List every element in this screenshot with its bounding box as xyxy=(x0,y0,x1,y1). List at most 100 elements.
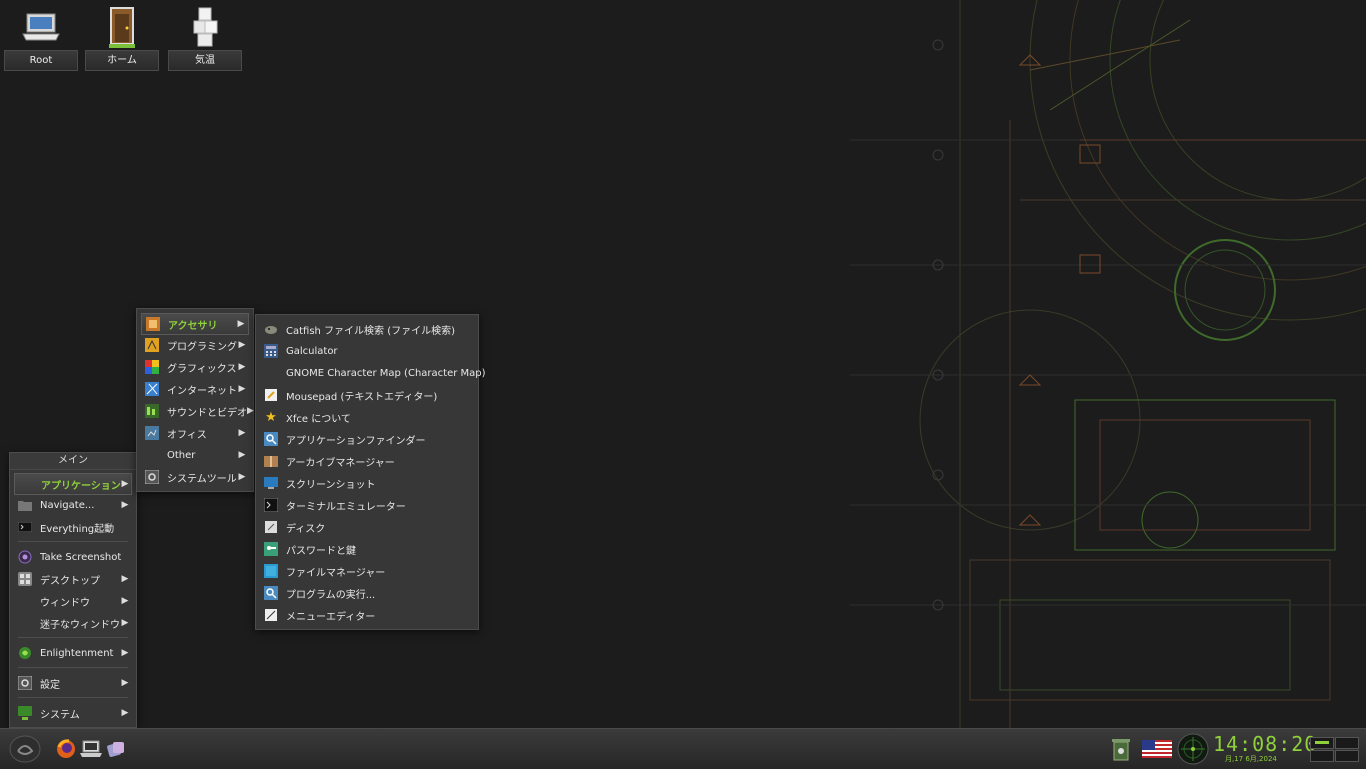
desktop-icon xyxy=(18,572,32,586)
menu-item-enlightenment[interactable]: Enlightenment ▶ xyxy=(14,643,132,663)
programming-icon xyxy=(145,338,159,352)
calculator-icon xyxy=(264,344,278,358)
taskbar: 14:08:20 月,17 6月,2024 xyxy=(0,728,1366,769)
menu-item-screenshot[interactable]: スクリーンショット xyxy=(260,473,474,493)
folder-icon xyxy=(18,498,32,512)
pager-desk-2[interactable] xyxy=(1335,737,1359,749)
chevron-right-icon: ▶ xyxy=(247,406,254,416)
chevron-right-icon: ▶ xyxy=(121,596,129,606)
firefox-icon xyxy=(57,739,75,758)
run-icon xyxy=(264,586,278,600)
menu-item-windows[interactable]: ウィンドウ ▶ xyxy=(14,591,132,611)
chevron-right-icon: ▶ xyxy=(121,479,129,489)
terminal-icon xyxy=(264,498,278,512)
system-icon xyxy=(18,706,32,720)
files-icon xyxy=(80,740,102,757)
system-tools-icon xyxy=(145,470,159,484)
menu-separator xyxy=(18,541,128,542)
desktop-icon-root[interactable]: Root xyxy=(4,0,78,71)
chevron-right-icon: ▶ xyxy=(238,384,246,394)
menu-item-app-finder[interactable]: アプリケーションファインダー xyxy=(260,429,474,449)
desktop-icon-home[interactable]: ホーム xyxy=(85,0,159,71)
chevron-right-icon: ▶ xyxy=(121,574,129,584)
accessories-icon xyxy=(146,317,160,331)
start-button[interactable] xyxy=(8,734,42,764)
menu-item-mousepad[interactable]: Mousepad (テキストエディター) xyxy=(260,385,474,405)
menu-item-desktop[interactable]: デスクトップ ▶ xyxy=(14,569,132,589)
accessories-menu: Catfish ファイル検索 (ファイル検索) Galculator GNOME… xyxy=(255,314,486,630)
menu-item-run-program[interactable]: プログラムの実行... xyxy=(260,583,474,603)
menu-item-programming[interactable]: プログラミング ▶ xyxy=(141,335,249,355)
menu-item-lost-windows[interactable]: 迷子なウィンドウ ▶ xyxy=(14,613,132,633)
terminal-icon xyxy=(18,520,32,534)
menu-item-multimedia[interactable]: サウンドとビデオ ▶ xyxy=(141,401,254,421)
menu-item-galculator[interactable]: Galculator xyxy=(260,341,474,361)
radar-icon xyxy=(1177,733,1209,765)
menu-item-accessories[interactable]: アクセサリ ▶ xyxy=(141,313,249,335)
files-launcher[interactable] xyxy=(77,735,105,763)
multimedia-icon xyxy=(145,404,159,418)
menu-item-system[interactable]: システム ▶ xyxy=(14,703,132,723)
menu-item-navigate[interactable]: Navigate... ▶ xyxy=(14,495,132,515)
settings-icon xyxy=(18,676,32,690)
office-icon xyxy=(145,426,159,440)
menu-item-catfish[interactable]: Catfish ファイル検索 (ファイル検索) xyxy=(260,319,474,339)
enlightenment-icon xyxy=(18,646,32,660)
desktop-icon-label: ホーム xyxy=(85,50,159,71)
pager-desk-4[interactable] xyxy=(1335,750,1359,762)
menu-item-terminal[interactable]: ターミナルエミュレーター xyxy=(260,495,474,515)
apps-icon xyxy=(107,742,124,757)
desktop-icon-label: Root xyxy=(4,50,78,71)
clock-date: 月,17 6月,2024 xyxy=(1225,755,1277,763)
menu-item-other[interactable]: Other ▶ xyxy=(141,445,249,465)
internet-icon xyxy=(145,382,159,396)
chevron-right-icon: ▶ xyxy=(121,618,129,628)
pager[interactable] xyxy=(1310,737,1359,762)
menu-item-character-map[interactable]: GNOME Character Map (Character Map) xyxy=(260,363,486,383)
disk-icon xyxy=(264,520,278,534)
desktop-icon-temperature[interactable]: 気温 xyxy=(168,0,242,71)
menu-separator xyxy=(18,637,128,638)
menu-item-settings[interactable]: 設定 ▶ xyxy=(14,673,132,693)
menu-item-graphics[interactable]: グラフィックス ▶ xyxy=(141,357,249,377)
computer-icon xyxy=(19,6,63,48)
menu-separator xyxy=(18,667,128,668)
firefox-launcher[interactable] xyxy=(52,735,80,763)
menu-item-everything[interactable]: Everything起動 xyxy=(14,517,132,537)
chevron-right-icon: ▶ xyxy=(121,678,129,688)
clock[interactable]: 14:08:20 月,17 6月,2024 xyxy=(1213,733,1323,767)
menu-item-applications[interactable]: アプリケーション ▶ xyxy=(14,473,132,495)
chevron-right-icon: ▶ xyxy=(121,708,129,718)
menu-item-menu-editor[interactable]: メニューエディター xyxy=(260,605,474,625)
chevron-right-icon: ▶ xyxy=(121,500,129,510)
start-icon xyxy=(9,735,41,763)
menu-item-about-xfce[interactable]: ★ Xfce について xyxy=(260,407,474,427)
catfish-icon xyxy=(264,322,278,336)
menu-separator xyxy=(18,697,128,698)
menu-item-passwords-keys[interactable]: パスワードと鍵 xyxy=(260,539,474,559)
radar-tray[interactable] xyxy=(1177,733,1209,765)
text-editor-icon xyxy=(264,388,278,402)
menu-item-archive-manager[interactable]: アーカイブマネージャー xyxy=(260,451,474,471)
menu-item-file-manager[interactable]: ファイルマネージャー xyxy=(260,561,474,581)
sugar-cube-icon xyxy=(183,6,227,48)
trash-tray[interactable] xyxy=(1107,735,1135,763)
pager-desk-1[interactable] xyxy=(1310,737,1334,749)
main-menu-title: メイン xyxy=(10,453,136,470)
pager-desk-3[interactable] xyxy=(1310,750,1334,762)
menu-item-take-screenshot[interactable]: Take Screenshot xyxy=(14,547,132,567)
menu-item-system-tools[interactable]: システムツール ▶ xyxy=(141,467,249,487)
graphics-icon xyxy=(145,360,159,374)
chevron-right-icon: ▶ xyxy=(238,340,246,350)
menu-item-disks[interactable]: ディスク xyxy=(260,517,474,537)
menu-item-office[interactable]: オフィス ▶ xyxy=(141,423,249,443)
menu-item-internet[interactable]: インターネット ▶ xyxy=(141,379,249,399)
archive-icon xyxy=(264,454,278,468)
keyboard-layout[interactable] xyxy=(1140,735,1174,763)
apps-launcher[interactable] xyxy=(102,735,130,763)
chevron-right-icon: ▶ xyxy=(237,319,245,329)
door-icon xyxy=(100,6,144,48)
camera-icon xyxy=(18,550,32,564)
app-finder-icon xyxy=(264,432,278,446)
chevron-right-icon: ▶ xyxy=(121,648,129,658)
